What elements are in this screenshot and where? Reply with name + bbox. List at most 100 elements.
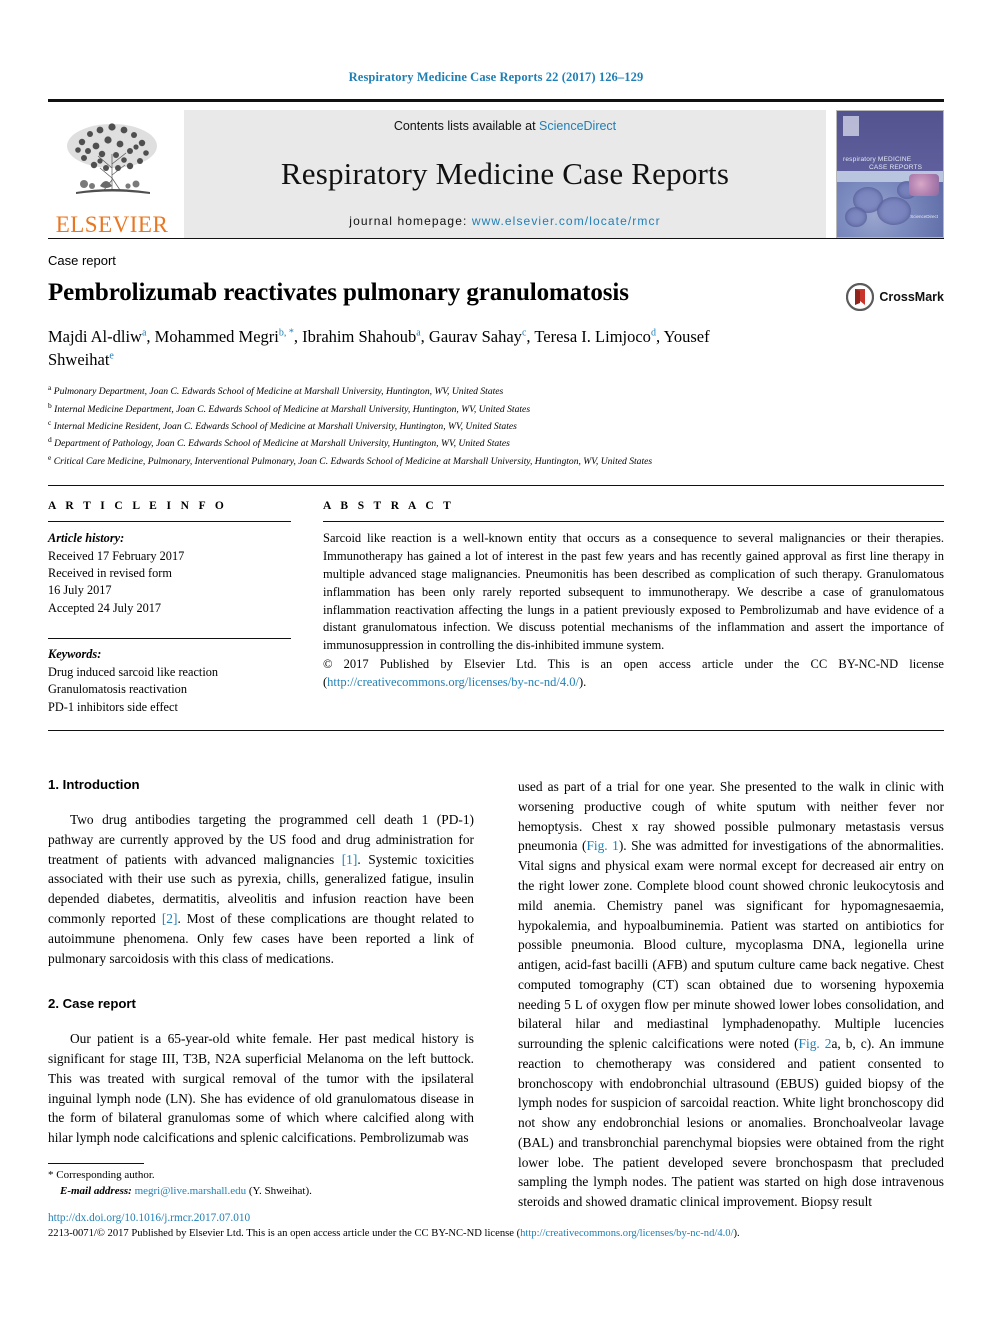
journal-masthead: ELSEVIER Contents lists available at Sci…	[48, 99, 944, 238]
article-info-heading: A R T I C L E I N F O	[48, 500, 228, 513]
elsevier-wordmark: ELSEVIER	[55, 212, 169, 237]
paragraph-text: ). She was admitted for investigations o…	[518, 838, 944, 1052]
keyword-item: Drug induced sarcoid like reaction	[48, 664, 219, 679]
email-label: E-mail address:	[60, 1184, 132, 1197]
keywords-label: Keywords:	[48, 647, 102, 662]
affiliation-marker: d	[48, 435, 52, 445]
corresponding-author-line: * Corresponding author.	[48, 1169, 155, 1181]
elsevier-logo: ELSEVIER	[48, 110, 176, 238]
author-affil-marker: b, *	[278, 327, 294, 338]
body-left-column: 1. Introduction Two drug antibodies targ…	[48, 777, 474, 1212]
email-owner: (Y. Shweihat).	[248, 1184, 312, 1197]
keywords-rule	[48, 638, 291, 640]
author-affil-marker: e	[109, 350, 114, 362]
paragraph-introduction: Two drug antibodies targeting the progra…	[48, 810, 474, 968]
cover-title-line2: CASE REPORTS	[869, 164, 923, 172]
abstract-rule	[323, 521, 944, 523]
author-name: Ibrahim Shahoub	[302, 326, 417, 346]
author-name: Mohammed Megri	[154, 326, 279, 346]
corresponding-author-footnote: * Corresponding author. E-mail address: …	[48, 1163, 474, 1200]
article-history-item: Received in revised form	[48, 565, 172, 580]
footnote-rule	[48, 1163, 144, 1164]
abstract-heading: A B S T R A C T	[323, 500, 455, 513]
cover-title-line1: respiratory MEDICINE	[843, 156, 912, 164]
article-history-item: 16 July 2017	[48, 583, 112, 598]
author-entry: Gaurav Sahayc,	[429, 327, 534, 346]
paper-page: Respiratory Medicine Case Reports 22 (20…	[0, 0, 992, 1323]
affiliation-item: a Pulmonary Department, Joan C. Edwards …	[48, 382, 944, 399]
affiliation-text: Pulmonary Department, Joan C. Edwards Sc…	[53, 386, 504, 398]
cover-footer-text: ScienceDirect	[910, 214, 938, 219]
author-entry: Teresa I. Limjocod,	[534, 327, 663, 346]
author-sep: ,	[420, 326, 429, 346]
affiliation-item: d Department of Pathology, Joan C. Edwar…	[48, 434, 944, 451]
body-right-column: used as part of a trial for one year. Sh…	[518, 777, 944, 1212]
cover-stain-shape	[909, 174, 939, 196]
homepage-url-link[interactable]: www.elsevier.com/locate/rmcr	[472, 214, 661, 228]
affiliation-item: b Internal Medicine Department, Joan C. …	[48, 400, 944, 417]
author-list: Majdi Al-dliwa, Mohammed Megrib, *, Ibra…	[48, 325, 748, 372]
homepage-prefix: journal homepage:	[349, 214, 472, 228]
article-info-rule	[48, 521, 291, 523]
paragraph-text: a, b, c). An immune reaction to chemothe…	[518, 1036, 944, 1210]
author-entry: Ibrahim Shahouba,	[302, 327, 429, 346]
affiliation-text: Internal Medicine Resident, Joan C. Edwa…	[53, 421, 517, 433]
article-history-label: Article history:	[48, 531, 125, 546]
email-line: E-mail address: megri@live.marshall.edu …	[48, 1184, 474, 1200]
affiliation-marker: e	[48, 452, 52, 462]
crossmark-label: CrossMark	[879, 290, 944, 304]
body-columns: 1. Introduction Two drug antibodies targ…	[48, 777, 944, 1212]
page-title: Pembrolizumab reactivates pulmonary gran…	[48, 279, 629, 306]
abstract-bottom-rule	[48, 730, 944, 732]
journal-title: Respiratory Medicine Case Reports	[280, 155, 730, 191]
cc-license-link[interactable]: http://creativecommons.org/licenses/by-n…	[327, 675, 579, 689]
article-history-item: Accepted 24 July 2017	[48, 600, 162, 615]
crossmark-badge[interactable]: CrossMark	[846, 283, 944, 311]
section-heading-case-report: 2. Case report	[48, 996, 136, 1012]
section-heading-introduction: 1. Introduction	[48, 777, 140, 793]
issn-copyright-suffix: ).	[733, 1228, 740, 1239]
affiliation-item: e Critical Care Medicine, Pulmonary, Int…	[48, 452, 944, 469]
citation-ref-2[interactable]: [2]	[162, 911, 178, 926]
issn-copyright-prefix: 2213-0071/© 2017 Published by Elsevier L…	[48, 1228, 521, 1239]
abstract-body: Sarcoid like reaction is a well-known en…	[323, 531, 944, 653]
keyword-item: PD-1 inhibitors side effect	[48, 699, 178, 714]
affiliation-item: c Internal Medicine Resident, Joan C. Ed…	[48, 417, 944, 434]
email-link[interactable]: megri@live.marshall.edu	[135, 1185, 247, 1197]
sciencedirect-link[interactable]: ScienceDirect	[539, 119, 616, 133]
article-history-item: Received 17 February 2017	[48, 548, 185, 563]
journal-homepage-line: journal homepage: www.elsevier.com/locat…	[349, 214, 660, 228]
affiliation-text: Critical Care Medicine, Pulmonary, Inter…	[53, 455, 653, 467]
author-sep: ,	[293, 326, 303, 346]
page-footer: http://dx.doi.org/10.1016/j.rmcr.2017.07…	[48, 1212, 944, 1239]
cover-cell-shape	[877, 197, 911, 225]
affiliation-marker: a	[48, 383, 52, 393]
affiliation-list: a Pulmonary Department, Joan C. Edwards …	[48, 382, 944, 469]
author-name: Majdi Al-dliw	[48, 326, 142, 346]
cover-title-text: respiratory MEDICINE CASE REPORTS	[843, 156, 922, 172]
running-head: Respiratory Medicine Case Reports 22 (20…	[348, 70, 644, 84]
doi-link[interactable]: http://dx.doi.org/10.1016/j.rmcr.2017.07…	[48, 1212, 944, 1224]
author-name: Teresa I. Limjoco	[534, 326, 651, 346]
article-info-column: A R T I C L E I N F O Article history: R…	[48, 500, 291, 716]
elsevier-tree-icon	[67, 123, 157, 194]
citation-ref-1[interactable]: [1]	[342, 852, 358, 867]
figure-ref-2[interactable]: Fig. 2	[799, 1036, 832, 1051]
author-sep: ,	[146, 326, 155, 346]
article-info-abstract-block: A R T I C L E I N F O Article history: R…	[48, 485, 944, 716]
affiliation-text: Department of Pathology, Joan C. Edwards…	[54, 438, 510, 450]
contents-prefix: Contents lists available at	[393, 119, 540, 133]
masthead-center: Contents lists available at ScienceDirec…	[184, 110, 826, 238]
footer-cc-license-link[interactable]: http://creativecommons.org/licenses/by-n…	[520, 1228, 733, 1239]
abstract-copyright: © 2017 Published by Elsevier Ltd. This i…	[323, 656, 944, 692]
copyright-suffix: ).	[578, 675, 587, 690]
cover-elsevier-mark-icon	[843, 116, 859, 136]
affiliation-marker: b	[48, 400, 52, 410]
crossmark-icon	[846, 283, 875, 311]
masthead-bottom-rule	[48, 238, 944, 239]
affiliation-marker: c	[48, 418, 52, 428]
figure-ref-1[interactable]: Fig. 1	[586, 838, 618, 853]
contents-list-line: Contents lists available at ScienceDirec…	[394, 119, 616, 133]
affiliation-text: Internal Medicine Department, Joan C. Ed…	[54, 403, 531, 415]
journal-cover-thumbnail[interactable]: respiratory MEDICINE CASE REPORTS Scienc…	[836, 110, 944, 238]
